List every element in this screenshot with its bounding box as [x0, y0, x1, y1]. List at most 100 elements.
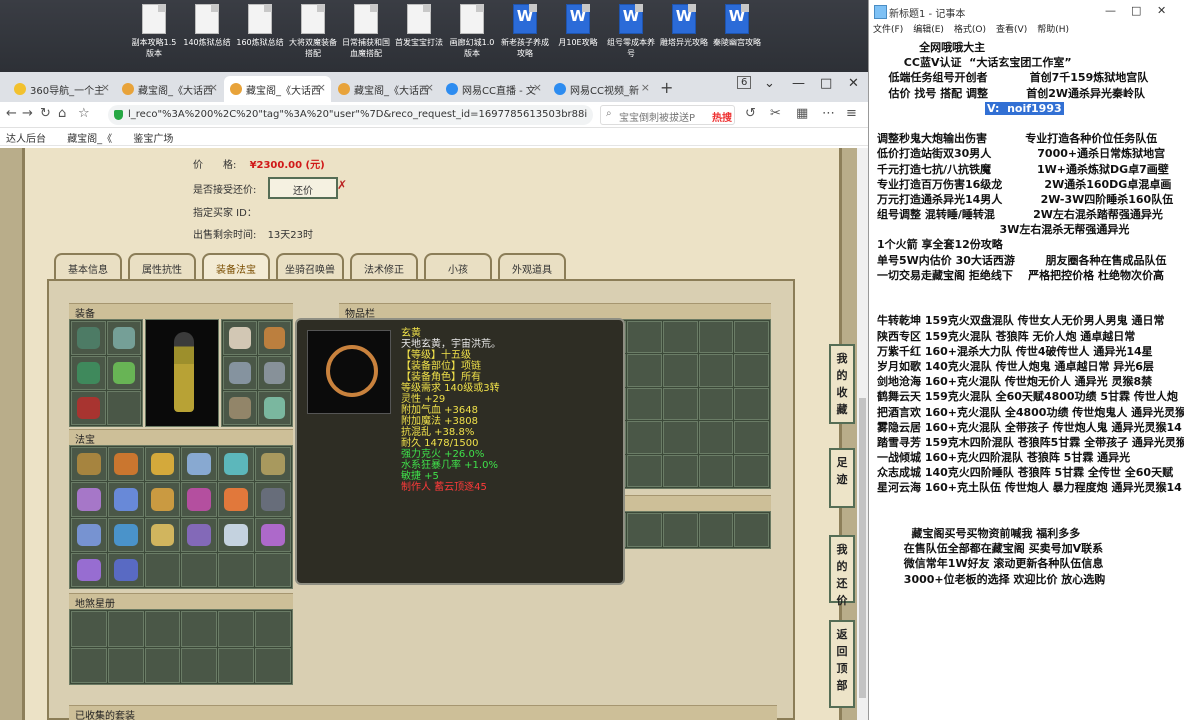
empty-slot[interactable] [734, 454, 769, 487]
item-slot[interactable] [107, 447, 144, 482]
browser-tab[interactable]: 藏宝阁_《大话西 × [332, 76, 439, 102]
page-tab[interactable]: 小孩 [424, 253, 492, 279]
item-slot[interactable] [144, 482, 181, 517]
empty-slot[interactable] [662, 513, 698, 547]
empty-slot[interactable] [255, 552, 291, 587]
page-tab[interactable]: 装备法宝 [202, 253, 270, 279]
empty-slot[interactable] [218, 647, 255, 683]
item-slot[interactable] [71, 356, 106, 390]
empty-slot[interactable] [218, 611, 255, 647]
tab-close-icon[interactable]: × [533, 81, 542, 94]
tab-close-icon[interactable]: × [641, 81, 650, 94]
side-button[interactable]: 返回顶部 [829, 620, 855, 708]
desktop-file-icon[interactable]: 副本攻略1.5版本 [128, 4, 180, 59]
desktop-file-icon[interactable]: 140炼狱总结 [181, 4, 233, 48]
item-slot[interactable] [223, 321, 257, 355]
tab-close-icon[interactable]: × [209, 81, 218, 94]
page-tab[interactable]: 坐骑召唤兽 [276, 253, 344, 279]
desktop-file-icon[interactable]: 首发宝宝打法 [393, 4, 445, 48]
minimize-icon[interactable]: — [792, 76, 805, 91]
empty-slot[interactable] [698, 513, 734, 547]
empty-slot[interactable] [71, 647, 107, 683]
empty-slot[interactable] [144, 647, 181, 683]
item-slot[interactable] [71, 321, 106, 355]
empty-slot[interactable] [627, 387, 662, 421]
item-slot[interactable] [223, 391, 257, 425]
forward-icon[interactable]: → [22, 106, 33, 121]
menu-icon[interactable]: ≡ [846, 106, 857, 121]
desktop-file-icon[interactable]: 秦陵幽宫攻略 [711, 4, 763, 48]
home-icon[interactable]: ⌂ [58, 106, 66, 121]
tab-close-icon[interactable]: × [425, 81, 434, 94]
empty-slot[interactable] [698, 321, 734, 354]
empty-slot[interactable] [662, 354, 698, 387]
empty-slot[interactable] [698, 454, 734, 487]
empty-slot[interactable] [181, 611, 218, 647]
selected-text[interactable]: V: noif1993 [985, 101, 1064, 115]
desktop-file-icon[interactable]: 大将双魔装备搭配 [287, 4, 339, 59]
item-slot[interactable] [71, 552, 107, 587]
counter-offer-button[interactable]: 还价 [268, 177, 338, 199]
item-slot[interactable] [107, 552, 144, 587]
bookmark-item[interactable]: 达人后台 [6, 134, 46, 145]
tab-close-icon[interactable]: × [317, 81, 326, 94]
item-slot[interactable] [106, 356, 141, 390]
empty-slot[interactable] [662, 421, 698, 454]
browser-tab[interactable]: 藏宝阁_《大话西 × [224, 76, 331, 102]
tab-count-badge[interactable]: 6 [737, 76, 752, 89]
item-slot[interactable] [144, 517, 181, 552]
back-icon[interactable]: ← [6, 106, 17, 121]
desktop-file-icon[interactable]: 组号零成本养号 [605, 4, 657, 59]
empty-slot[interactable] [255, 647, 291, 683]
empty-slot[interactable] [662, 321, 698, 354]
empty-slot[interactable] [627, 321, 662, 354]
empty-slot[interactable] [734, 513, 769, 547]
item-slot[interactable] [144, 447, 181, 482]
page-scrollbar[interactable] [857, 148, 868, 720]
empty-slot[interactable] [698, 354, 734, 387]
empty-slot[interactable] [106, 391, 141, 425]
empty-slot[interactable] [734, 354, 769, 387]
empty-slot[interactable] [627, 421, 662, 454]
browser-tab[interactable]: 360导航_一个主 × [8, 76, 115, 102]
item-slot[interactable] [255, 447, 291, 482]
item-slot[interactable] [223, 356, 257, 390]
item-slot[interactable] [257, 391, 291, 425]
item-slot[interactable] [107, 517, 144, 552]
empty-slot[interactable] [734, 421, 769, 454]
empty-slot[interactable] [181, 647, 218, 683]
empty-slot[interactable] [144, 611, 181, 647]
refresh-icon[interactable]: ↻ [40, 106, 51, 121]
empty-slot[interactable] [107, 611, 144, 647]
empty-slot[interactable] [627, 513, 662, 547]
side-button[interactable]: 我的还价 [829, 535, 855, 607]
empty-slot[interactable] [107, 647, 144, 683]
maximize-icon[interactable]: □ [820, 76, 832, 91]
empty-slot[interactable] [662, 454, 698, 487]
empty-slot[interactable] [734, 387, 769, 421]
desktop-file-icon[interactable]: 月10E攻略 [552, 4, 604, 48]
item-slot[interactable] [71, 447, 107, 482]
chevron-down-icon[interactable]: ⌄ [764, 76, 775, 91]
undo-icon[interactable]: ↺ [745, 106, 756, 121]
item-slot[interactable] [71, 517, 107, 552]
maximize-icon[interactable]: □ [1131, 4, 1141, 17]
item-slot[interactable] [218, 482, 255, 517]
desktop-file-icon[interactable]: 画廊幻城1.0版本 [446, 4, 498, 59]
browser-tab[interactable]: 网易CC直播 - 文 × [440, 76, 547, 102]
item-slot[interactable] [107, 482, 144, 517]
empty-slot[interactable] [181, 552, 218, 587]
empty-slot[interactable] [255, 611, 291, 647]
notepad-menu-item[interactable]: 编辑(E) [913, 25, 944, 35]
notepad-text-area[interactable]: 全网哦哦大主 CC蓝V认证 “大话玄宝团工作室” 低端任务组号开创者 首创7千1… [869, 40, 1184, 587]
item-slot[interactable] [218, 447, 255, 482]
item-slot[interactable] [255, 482, 291, 517]
hot-search-badge[interactable]: 热搜 [712, 109, 732, 124]
new-tab-icon[interactable]: + [660, 78, 673, 97]
extensions-icon[interactable]: ⋯ [822, 106, 835, 121]
page-tab[interactable]: 基本信息 [54, 253, 122, 279]
desktop-file-icon[interactable]: 新老孩子养成攻略 [499, 4, 551, 59]
empty-slot[interactable] [144, 552, 181, 587]
item-slot[interactable] [257, 356, 291, 390]
bookmark-item[interactable]: 鉴宝广场 [133, 134, 173, 145]
